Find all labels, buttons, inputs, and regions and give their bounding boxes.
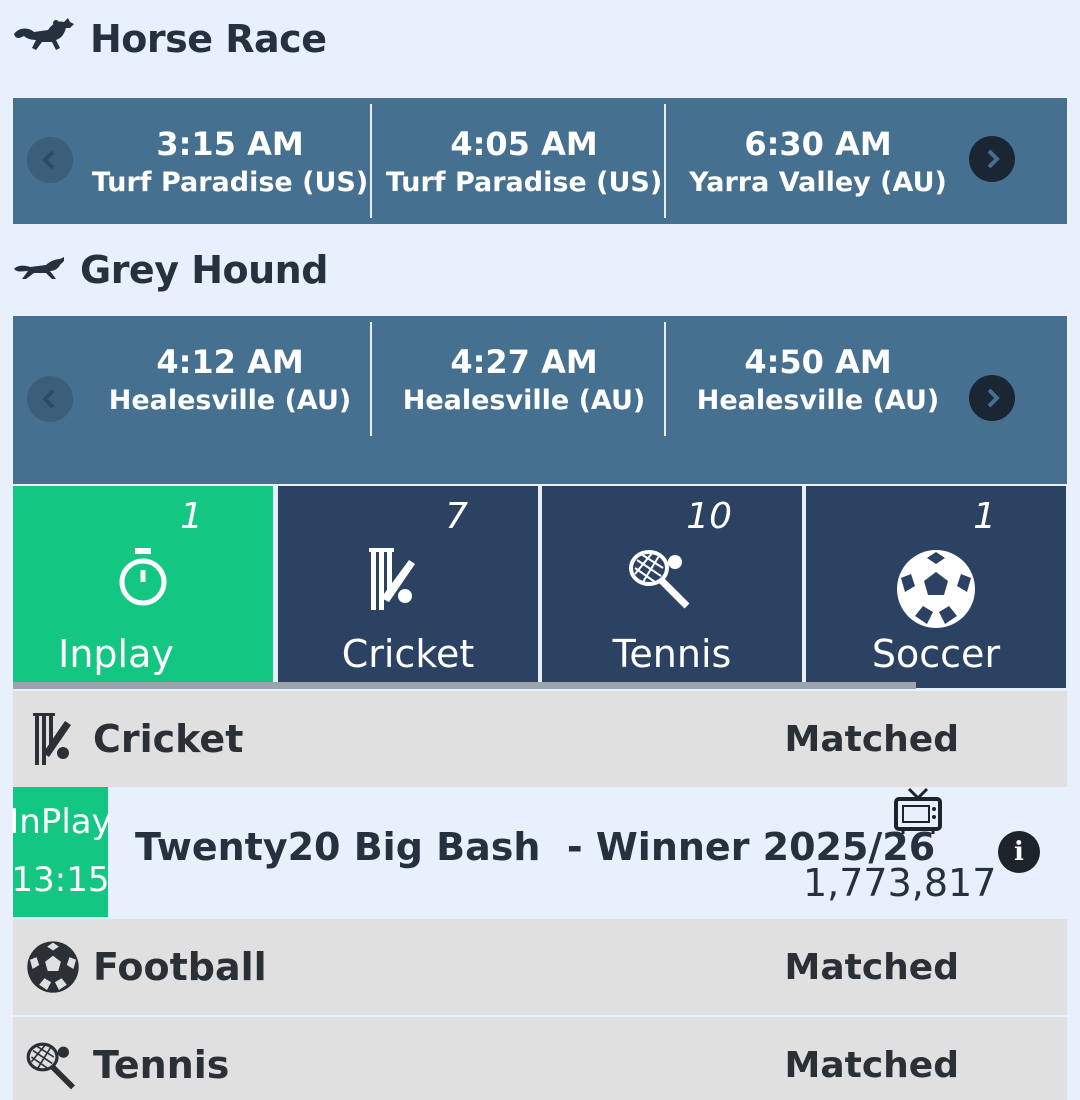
race-time: 4:27 AM <box>450 342 598 381</box>
category-name: Cricket <box>93 717 244 761</box>
race-time: 6:30 AM <box>744 124 892 163</box>
horse-race-prev-button[interactable] <box>27 137 73 183</box>
category-name: Tennis <box>93 1043 230 1087</box>
event-row[interactable]: InPlay 13:15 Twenty20 Big Bash - Winner … <box>9 787 1067 917</box>
race-venue: Healesville (AU) <box>402 384 646 416</box>
category-cricket[interactable]: Cricket Matched <box>13 691 1067 787</box>
tab-count: 10 <box>686 496 732 537</box>
info-icon[interactable]: i <box>998 831 1040 873</box>
tennis-icon <box>26 1042 75 1090</box>
category-name: Football <box>93 945 267 989</box>
tab-soccer[interactable]: 1 Soccer <box>806 486 1066 688</box>
horse-race-title: Horse Race <box>90 16 327 61</box>
matched-label: Matched <box>784 946 959 988</box>
tv-icon <box>893 787 943 840</box>
tab-label: Cricket <box>341 632 475 676</box>
tab-tennis[interactable]: 10 Tennis <box>542 486 802 688</box>
matched-label: Matched <box>784 718 959 760</box>
grey-hound-slot-2[interactable]: 4:27 AM Healesville (AU) <box>377 316 671 442</box>
chevron-right-icon <box>987 149 1000 169</box>
stopwatch-icon <box>119 548 167 606</box>
tab-count: 1 <box>180 496 203 537</box>
race-time: 4:50 AM <box>744 342 892 381</box>
grey-hound-prev-button[interactable] <box>27 376 73 422</box>
grey-hound-strip: 4:12 AM Healesville (AU) 4:27 AM Healesv… <box>13 316 1067 484</box>
horse-race-slot-3[interactable]: 6:30 AM Yarra Valley (AU) <box>671 98 965 224</box>
soccer-ball-icon <box>27 941 79 993</box>
category-tennis[interactable]: Tennis Matched <box>13 1017 1067 1100</box>
race-venue: Turf Paradise (US) <box>385 166 663 198</box>
soccer-ball-icon <box>897 550 975 628</box>
race-time: 3:15 AM <box>156 124 304 163</box>
greyhound-icon <box>12 251 66 290</box>
chevron-right-icon <box>987 388 1000 408</box>
race-venue: Healesville (AU) <box>108 384 352 416</box>
race-time: 4:12 AM <box>156 342 304 381</box>
event-time: 13:15 <box>11 860 110 900</box>
race-venue: Healesville (AU) <box>696 384 940 416</box>
horse-race-strip: 3:15 AM Turf Paradise (US) 4:05 AM Turf … <box>13 98 1067 224</box>
tab-count: 1 <box>973 496 996 537</box>
chevron-left-icon <box>42 389 55 409</box>
cricket-icon <box>369 548 415 610</box>
divider <box>664 104 666 218</box>
horse-race-slot-2[interactable]: 4:05 AM Turf Paradise (US) <box>377 98 671 224</box>
cricket-icon <box>33 713 71 765</box>
tab-cricket[interactable]: 7 Cricket <box>278 486 538 688</box>
sports-tabs: 1 Inplay 7 Cricket 10 Tennis 1 Soccer <box>13 486 1067 688</box>
race-time: 4:05 AM <box>450 124 598 163</box>
race-venue: Yarra Valley (AU) <box>689 166 947 198</box>
chevron-left-icon <box>42 150 55 170</box>
race-venue: Turf Paradise (US) <box>91 166 369 198</box>
tennis-icon <box>629 550 690 609</box>
divider <box>370 104 372 218</box>
grey-hound-next-button[interactable] <box>969 375 1015 421</box>
horse-race-next-button[interactable] <box>969 136 1015 182</box>
tab-label: Soccer <box>871 632 1001 676</box>
divider <box>370 322 372 436</box>
tab-label: Inplay <box>58 632 174 676</box>
matched-amount: 1,773,817 <box>803 861 997 905</box>
tabs-scrollbar[interactable] <box>13 682 916 689</box>
grey-hound-slot-1[interactable]: 4:12 AM Healesville (AU) <box>83 316 377 442</box>
event-status: InPlay <box>9 802 112 843</box>
inplay-badge: InPlay 13:15 <box>9 787 112 917</box>
tab-inplay[interactable]: 1 Inplay <box>13 486 273 688</box>
category-football[interactable]: Football Matched <box>13 919 1067 1015</box>
grey-hound-slot-3[interactable]: 4:50 AM Healesville (AU) <box>671 316 965 442</box>
grey-hound-header: Grey Hound <box>12 248 328 292</box>
divider <box>664 322 666 436</box>
horse-race-header: Horse Race <box>12 14 327 63</box>
horse-icon <box>12 14 76 63</box>
grey-hound-title: Grey Hound <box>80 248 328 292</box>
tab-label: Tennis <box>612 632 732 676</box>
horse-race-slot-1[interactable]: 3:15 AM Turf Paradise (US) <box>83 98 377 224</box>
matched-label: Matched <box>784 1044 959 1086</box>
tab-count: 7 <box>445 496 468 537</box>
